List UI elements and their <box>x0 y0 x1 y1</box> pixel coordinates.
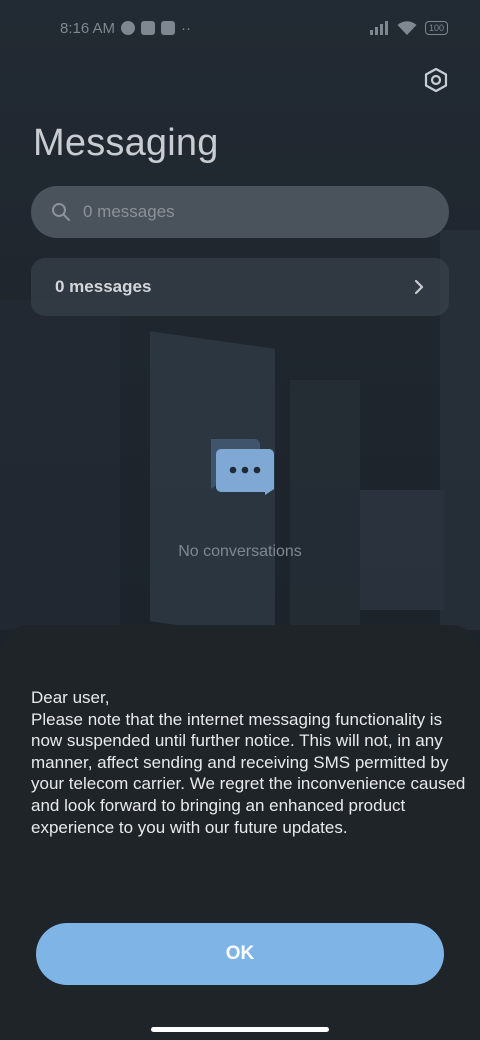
empty-state-text: No conversations <box>178 543 302 560</box>
status-time: 8:16 AM <box>60 19 116 37</box>
battery-icon: 100 <box>424 21 448 35</box>
settings-button[interactable] <box>420 64 452 96</box>
messages-row-label: 0 messages <box>55 277 152 296</box>
wifi-icon <box>397 20 417 35</box>
search-icon <box>52 203 70 221</box>
chevron-right-icon <box>414 279 424 295</box>
notice-greeting: Dear user, <box>31 688 110 707</box>
messages-row[interactable]: 0 messages <box>31 258 449 316</box>
page-title: Messaging <box>33 122 219 164</box>
app-icon-2 <box>141 21 156 35</box>
app-icon-3 <box>161 21 176 35</box>
settings-hexagon-icon <box>424 67 448 93</box>
search-input[interactable] <box>83 202 403 222</box>
notice-text: Dear user, Please note that the internet… <box>31 687 471 838</box>
status-bar: 8:16 AM ·· 100 <box>0 0 480 56</box>
app-icon-1 <box>121 21 136 35</box>
home-indicator[interactable] <box>151 1027 329 1032</box>
notice-body: Please note that the internet messaging … <box>31 709 466 837</box>
signal-icon <box>369 21 388 35</box>
search-bar[interactable] <box>31 186 449 238</box>
chat-bubbles-icon <box>211 439 274 495</box>
more-dots-icon: ·· <box>181 19 192 37</box>
ok-button[interactable]: OK <box>36 923 444 985</box>
